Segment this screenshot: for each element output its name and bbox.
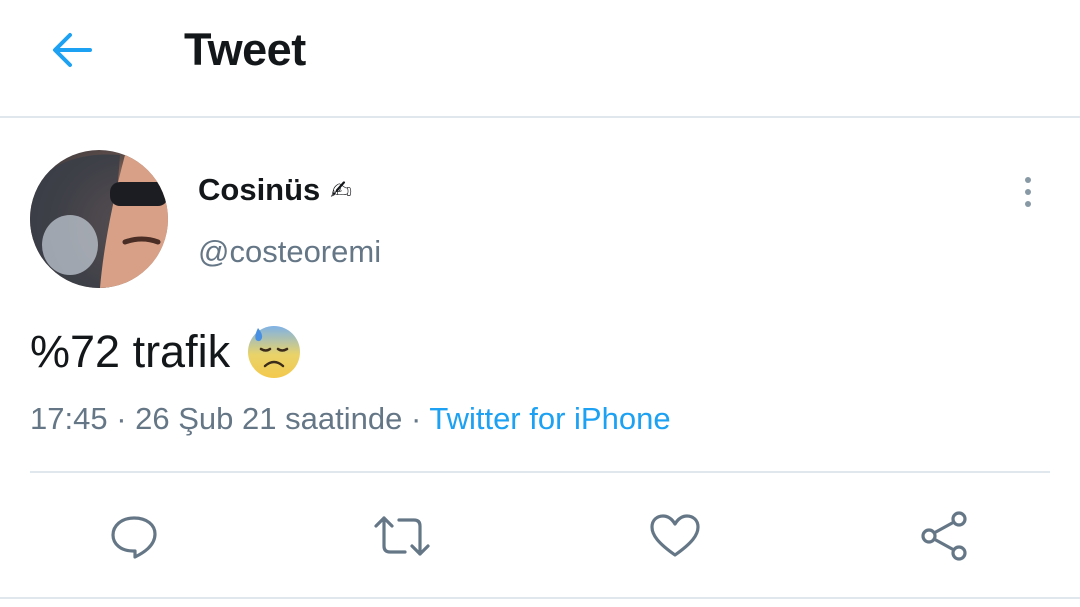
tweet-text: %72 trafik	[30, 322, 302, 382]
tweet-meta: 17:45 · 26 Şub 21 saatinde · Twitter for…	[30, 398, 671, 440]
writing-hand-icon: ✍	[330, 175, 353, 205]
tweet-source-link[interactable]: Twitter for iPhone	[429, 401, 670, 436]
tweet-time: 17:45	[30, 401, 108, 436]
like-icon	[650, 514, 700, 557]
retweet-icon	[374, 516, 430, 556]
avatar[interactable]	[30, 150, 168, 288]
meta-separator: ·	[410, 401, 422, 436]
arrow-left-icon	[53, 33, 92, 67]
author-handle[interactable]: @costeoremi	[198, 232, 381, 272]
display-name-text: Cosinüs	[198, 172, 321, 207]
share-icon	[921, 511, 967, 561]
reply-icon	[111, 516, 157, 559]
anxious-face-with-sweat-icon	[248, 326, 301, 378]
more-options-button[interactable]	[1010, 170, 1046, 214]
more-vertical-icon	[1025, 177, 1031, 207]
back-button[interactable]	[44, 26, 100, 74]
like-button[interactable]	[645, 508, 705, 564]
meta-separator: ·	[116, 401, 127, 436]
divider	[0, 597, 1080, 599]
tweet-actions-bar	[0, 490, 1080, 582]
divider	[30, 471, 1050, 473]
tweet-date: 26 Şub 21 saatinde	[135, 401, 403, 436]
avatar-photo	[30, 154, 168, 288]
share-button[interactable]	[914, 508, 974, 564]
top-app-bar: Tweet	[0, 0, 1080, 118]
author-name[interactable]: Cosinüs ✍	[198, 170, 352, 210]
retweet-button[interactable]	[372, 508, 432, 564]
page-title: Tweet	[184, 24, 306, 75]
reply-button[interactable]	[104, 508, 164, 564]
tweet-text-content: %72 trafik	[30, 326, 231, 377]
